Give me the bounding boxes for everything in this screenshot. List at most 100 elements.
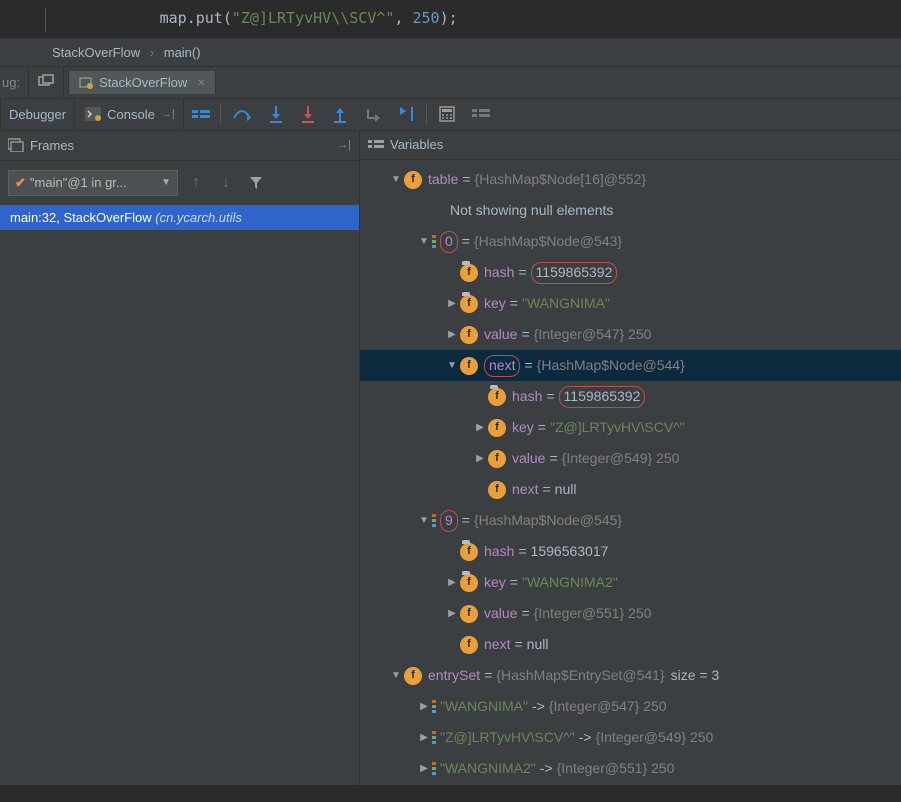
tree-node-hash[interactable]: f hash = 1159865392 <box>360 381 901 412</box>
tree-node-index-9[interactable]: 9 = {HashMap$Node@545} <box>360 505 901 536</box>
var-name: value <box>484 604 517 624</box>
var-value: null <box>555 480 577 500</box>
drop-frame-icon <box>364 106 382 122</box>
breadcrumb[interactable]: StackOverFlow › main() <box>0 39 901 67</box>
check-icon: ✔ <box>15 175 26 191</box>
expand-icon[interactable] <box>388 669 404 683</box>
tab-debugger[interactable]: Debugger <box>0 98 75 130</box>
arrow-label: -> <box>575 728 596 748</box>
var-value: "WANGNIMA2" <box>522 573 618 593</box>
tree-node-key[interactable]: f key = "WANGNIMA" <box>360 288 901 319</box>
tree-node-index-0[interactable]: 0 = {HashMap$Node@543} <box>360 226 901 257</box>
tree-node-key[interactable]: f key = "Z@]LRTyvHV\SCV^" <box>360 412 901 443</box>
tree-node-value[interactable]: f value = {Integer@547} 250 <box>360 319 901 350</box>
tree-node-entryset[interactable]: f entrySet = {HashMap$EntrySet@541} size… <box>360 660 901 691</box>
trace-button[interactable] <box>464 98 498 130</box>
step-out-button[interactable] <box>324 98 356 130</box>
var-name: next <box>512 480 538 500</box>
tree-node-table[interactable]: f table = {HashMap$Node[16]@552} <box>360 164 901 195</box>
array-index-icon <box>432 731 436 744</box>
run-to-cursor-button[interactable] <box>390 98 424 130</box>
var-value: "WANGNIMA" <box>522 294 610 314</box>
expand-icon[interactable] <box>416 700 432 714</box>
filter-button[interactable] <box>244 171 268 195</box>
expand-icon[interactable] <box>444 328 460 342</box>
stack-frame-row[interactable]: main:32, StackOverFlow (cn.ycarch.utils <box>0 205 359 230</box>
tree-node-value[interactable]: f value = {Integer@549} 250 <box>360 443 901 474</box>
var-name: next <box>484 635 510 655</box>
var-name: table <box>428 170 458 190</box>
tree-node-hash[interactable]: f hash = 1596563017 <box>360 536 901 567</box>
close-icon[interactable]: × <box>197 75 205 89</box>
index-label: 9 <box>440 510 458 532</box>
breadcrumb-method[interactable]: main() <box>164 45 201 60</box>
expand-icon[interactable] <box>472 452 488 466</box>
chevron-right-icon: › <box>144 45 160 60</box>
stack-frame-main: main:32, StackOverFlow <box>10 210 152 225</box>
expand-icon[interactable] <box>416 514 432 528</box>
expand-icon[interactable] <box>416 731 432 745</box>
toolbar-layout-button[interactable] <box>184 98 218 130</box>
evaluate-button[interactable] <box>430 98 464 130</box>
code-line: map.put("Z@]LRTyvHV\\SCV^", 250); <box>60 9 458 27</box>
array-index-icon <box>432 514 436 527</box>
frame-down-button[interactable]: ↓ <box>214 171 238 195</box>
debug-label: ug: <box>0 75 28 90</box>
expand-icon[interactable] <box>416 762 432 776</box>
pin-icon[interactable]: →| <box>161 108 175 120</box>
tree-node-entry[interactable]: "Z@]LRTyvHV\SCV^" -> {Integer@549} 250 <box>360 722 901 753</box>
run-icon <box>79 75 93 89</box>
chevron-down-icon: ▼ <box>161 177 171 188</box>
var-size: size = 3 <box>671 666 720 686</box>
null-filter-label: Not showing null elements <box>450 201 613 221</box>
debug-run-tab[interactable]: StackOverFlow × <box>68 71 216 94</box>
frames-controls: ✔ "main"@1 in gr... ▼ ↑ ↓ <box>0 161 359 205</box>
breadcrumb-class[interactable]: StackOverFlow <box>52 45 140 60</box>
expand-icon[interactable] <box>472 421 488 435</box>
expand-icon[interactable] <box>444 607 460 621</box>
field-icon: f <box>460 264 478 282</box>
field-icon: f <box>488 450 506 468</box>
expand-icon[interactable] <box>416 235 432 249</box>
force-step-into-button[interactable] <box>292 98 324 130</box>
var-name: hash <box>484 263 514 283</box>
index-label: 0 <box>440 231 458 253</box>
tree-node-hash[interactable]: f hash = 1159865392 <box>360 257 901 288</box>
tree-node-next[interactable]: f next = null <box>360 474 901 505</box>
field-icon: f <box>460 543 478 561</box>
window-icon[interactable] <box>28 67 64 98</box>
funnel-icon <box>248 175 264 191</box>
thread-selector[interactable]: ✔ "main"@1 in gr... ▼ <box>8 170 178 196</box>
expand-icon[interactable] <box>388 173 404 187</box>
var-value: 1596563017 <box>531 542 609 562</box>
tree-node-next-selected[interactable]: f next = {HashMap$Node@544} <box>360 350 901 381</box>
entry-value: {Integer@551} 250 <box>557 759 675 779</box>
variables-title: Variables <box>390 137 443 152</box>
expand-icon[interactable] <box>444 576 460 590</box>
frame-up-button[interactable]: ↑ <box>184 171 208 195</box>
tree-node-entry[interactable]: "WANGNIMA" -> {Integer@547} 250 <box>360 691 901 722</box>
field-icon: f <box>460 326 478 344</box>
restore-layout-icon[interactable]: →| <box>337 139 351 151</box>
field-icon: f <box>488 388 506 406</box>
step-over-button[interactable] <box>224 98 260 130</box>
expand-icon[interactable] <box>444 359 460 373</box>
debug-tab-bar: ug: StackOverFlow × <box>0 67 901 99</box>
var-name: key <box>512 418 534 438</box>
var-name: entrySet <box>428 666 480 686</box>
entry-key: "WANGNIMA" <box>440 697 528 717</box>
tree-node-entry[interactable]: "WANGNIMA2" -> {Integer@551} 250 <box>360 753 901 784</box>
drop-frame-button[interactable] <box>356 98 390 130</box>
field-icon: f <box>460 636 478 654</box>
expand-icon[interactable] <box>444 297 460 311</box>
tree-node-value[interactable]: f value = {Integer@551} 250 <box>360 598 901 629</box>
var-value: {HashMap$Node@543} <box>474 232 622 252</box>
tree-node-key[interactable]: f key = "WANGNIMA2" <box>360 567 901 598</box>
array-index-icon <box>432 700 436 713</box>
tab-console[interactable]: Console →| <box>75 98 184 130</box>
variables-tree[interactable]: f table = {HashMap$Node[16]@552} Not sho… <box>360 160 901 784</box>
step-into-button[interactable] <box>260 98 292 130</box>
field-icon: f <box>460 357 478 375</box>
tree-node-next[interactable]: f next = null <box>360 629 901 660</box>
run-to-cursor-icon <box>398 105 416 123</box>
